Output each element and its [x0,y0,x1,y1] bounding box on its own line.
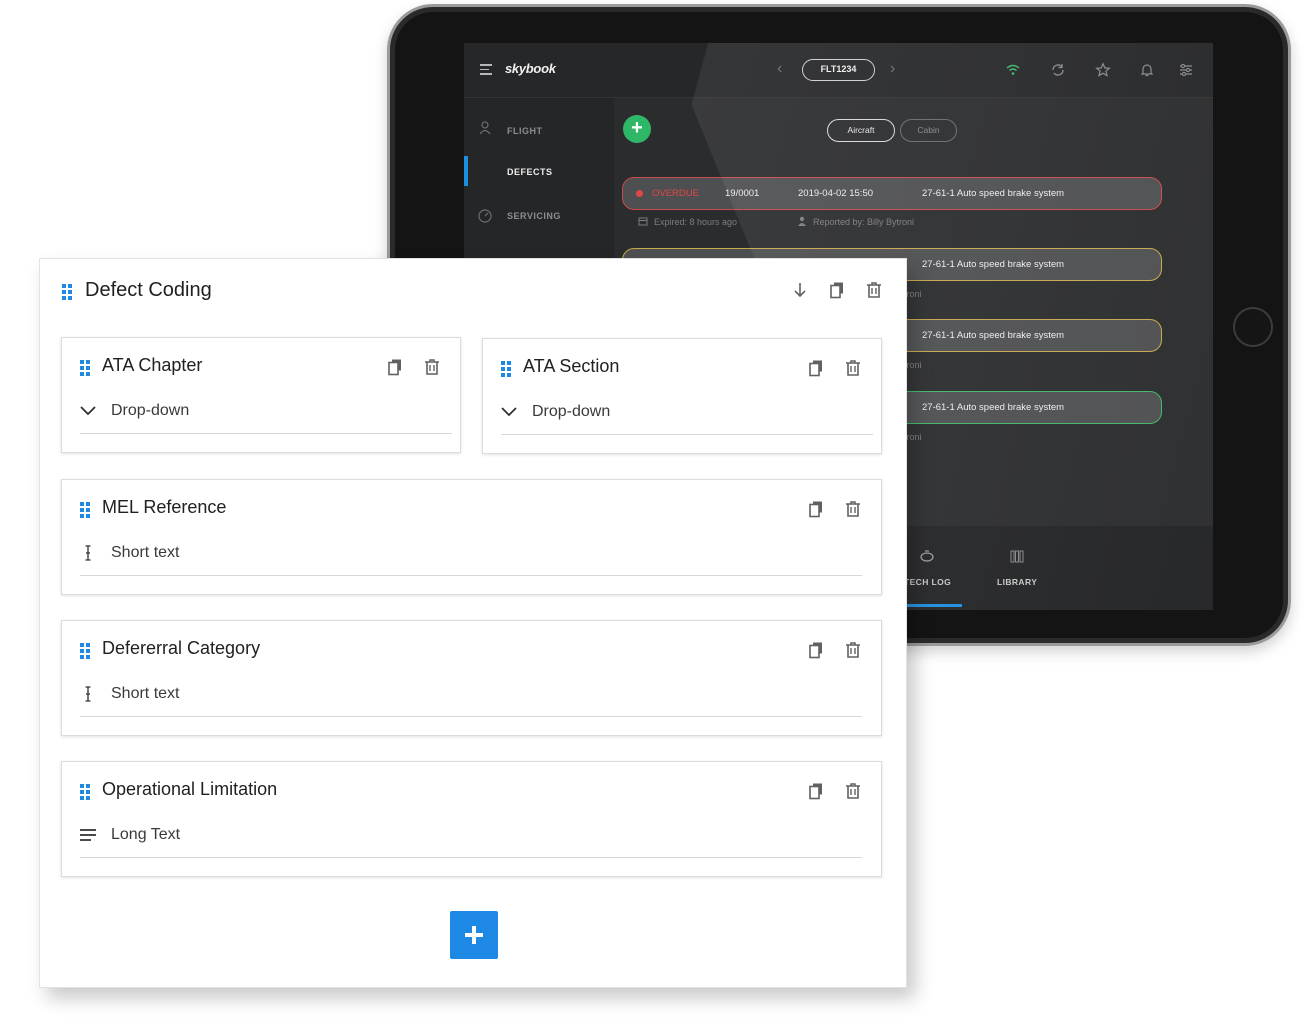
field-ata-section[interactable]: ATA Section Drop-down [482,338,882,454]
field-type-label: Drop-down [111,402,190,419]
filter-cabin[interactable]: Cabin [900,119,957,142]
arrow-down-icon[interactable] [791,281,809,299]
settings-sliders-icon[interactable] [1178,62,1194,78]
defect-description: 27-61-1 Auto speed brake system [922,330,1065,341]
defect-id: 19/0001 [725,188,760,199]
defect-description: 27-61-1 Auto speed brake system [922,188,1065,199]
defect-row-overdue[interactable]: OVERDUE 19/0001 2019-04-02 15:50 27-61-1… [622,177,1162,210]
home-button [1233,307,1273,347]
field-ata-chapter[interactable]: ATA Chapter Drop-down [61,337,461,453]
flight-selector[interactable]: FLT1234 [802,59,875,81]
sidebar-item-defects[interactable]: DEFECTS [507,167,553,177]
text-cursor-icon [85,686,91,702]
plus-icon [465,926,483,944]
copy-icon[interactable] [828,281,846,299]
active-tab-indicator [904,604,962,607]
drag-handle-icon[interactable] [80,784,90,800]
field-underline [501,434,873,435]
drag-handle-icon[interactable] [62,284,72,300]
field-title: Defererral Category [102,638,261,658]
defect-description: 27-61-1 Auto speed brake system [922,259,1065,270]
text-cursor-icon [85,545,91,561]
add-defect-button[interactable]: + [623,115,651,143]
defect-reported-by: Reported by: Billy Bytroni [813,217,915,227]
sync-icon[interactable] [1050,62,1066,78]
trash-icon[interactable] [844,782,862,800]
field-mel-reference[interactable]: MEL Reference Short text [61,479,882,595]
field-underline [80,433,452,434]
defect-description: 27-61-1 Auto speed brake system [922,402,1065,413]
field-title: ATA Chapter [102,355,203,375]
field-underline [80,575,862,576]
trash-icon[interactable] [844,641,862,659]
defect-expired: Expired: 8 hours ago [654,217,738,227]
user-icon [798,216,806,226]
copy-icon[interactable] [807,641,825,659]
drag-handle-icon[interactable] [80,643,90,659]
text-lines-icon [80,829,96,841]
copy-icon[interactable] [807,359,825,377]
drag-handle-icon[interactable] [501,361,511,377]
trash-icon[interactable] [865,281,883,299]
library-icon [1010,550,1024,563]
drag-handle-icon[interactable] [80,502,90,518]
defect-status: OVERDUE [652,188,699,199]
field-title: Operational Limitation [102,779,278,799]
filter-aircraft[interactable]: Aircraft [827,119,895,142]
trash-icon[interactable] [423,358,441,376]
defect-datetime: 2019-04-02 15:50 [798,188,874,199]
gauge-icon [478,209,492,223]
tab-tech-log[interactable]: TECH LOG [904,577,951,587]
copy-icon[interactable] [807,782,825,800]
overdue-dot-icon [636,190,643,197]
defect-coding-card: Defect Coding ATA Chapter Drop-down ATA … [39,258,907,988]
engine-icon [920,550,934,562]
field-type-label: Drop-down [532,403,611,420]
trash-icon[interactable] [844,359,862,377]
sidebar-item-servicing[interactable]: SERVICING [507,211,561,221]
bell-icon[interactable] [1139,62,1155,78]
app-logo: skybook [505,61,556,76]
field-deferral-category[interactable]: Defererral Category Short text [61,620,882,736]
field-operational-limitation[interactable]: Operational Limitation Long Text [61,761,882,877]
copy-icon[interactable] [807,500,825,518]
field-underline [80,716,862,717]
star-icon[interactable] [1095,62,1111,78]
active-nav-indicator [464,156,468,186]
drag-handle-icon[interactable] [80,360,90,376]
field-type-label: Short text [111,685,180,702]
field-title: MEL Reference [102,497,227,517]
field-title: ATA Section [523,356,620,376]
chevron-down-icon [80,406,96,416]
card-title: Defect Coding [85,279,212,301]
tab-library[interactable]: LIBRARY [997,577,1037,587]
tablet-topbar: skybook ‹ FLT1234 › [464,43,1213,98]
pilot-icon [479,121,491,135]
copy-icon[interactable] [386,358,404,376]
chevron-down-icon [501,407,517,417]
field-type-label: Short text [111,544,180,561]
field-type-label: Long Text [111,826,181,843]
wifi-icon [1006,64,1020,75]
menu-icon[interactable] [480,64,492,78]
add-field-button[interactable] [450,911,498,959]
sidebar-item-flight[interactable]: FLIGHT [507,126,543,136]
prev-flight-icon[interactable]: ‹ [777,60,782,78]
trash-icon[interactable] [844,500,862,518]
calendar-icon [638,217,648,226]
field-underline [80,857,862,858]
next-flight-icon[interactable]: › [890,60,895,78]
